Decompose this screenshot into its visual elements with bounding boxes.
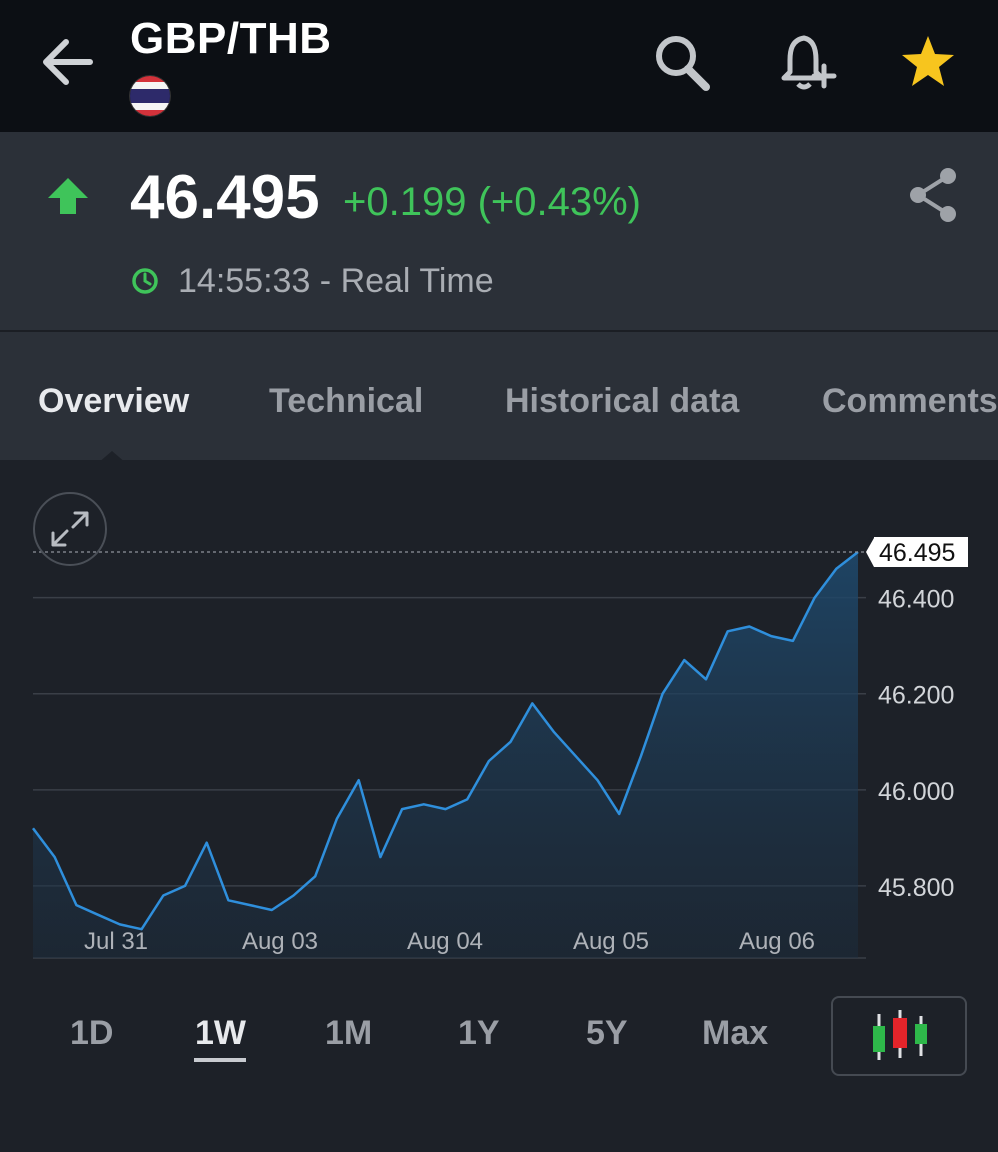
tab-bar: Overview Technical Historical data Comme… xyxy=(0,332,998,460)
back-arrow-icon[interactable] xyxy=(38,34,98,90)
tab-comments[interactable]: Comments xyxy=(822,382,998,421)
last-price: 46.495 xyxy=(130,163,320,232)
x-tick-label: Aug 03 xyxy=(242,928,318,955)
tab-historical-data[interactable]: Historical data xyxy=(505,382,739,421)
thai-flag-icon xyxy=(130,76,170,116)
price-change: +0.199 (+0.43%) xyxy=(343,180,641,224)
search-icon[interactable] xyxy=(652,30,712,94)
range-1d[interactable]: 1D xyxy=(70,1014,113,1053)
x-tick-label: Aug 06 xyxy=(739,928,815,955)
range-1m[interactable]: 1M xyxy=(325,1014,372,1053)
range-selected-underline xyxy=(194,1058,246,1062)
x-tick-label: Aug 04 xyxy=(407,928,483,955)
price-chart[interactable]: 46.400 46.200 46.000 45.800 46.495 Jul 31 Aug … xyxy=(0,460,998,980)
range-max[interactable]: Max xyxy=(702,1014,768,1053)
expand-icon[interactable] xyxy=(33,492,107,566)
tab-technical[interactable]: Technical xyxy=(269,382,423,421)
y-tick-label: 46.200 xyxy=(878,682,954,710)
range-5y[interactable]: 5Y xyxy=(586,1014,628,1053)
pair-title: GBP/THB xyxy=(130,14,332,63)
candlestick-icon xyxy=(873,1010,927,1060)
x-tick-label: Jul 31 xyxy=(84,928,148,955)
clock-icon xyxy=(130,266,160,296)
chart-type-button[interactable] xyxy=(831,996,967,1076)
range-1y[interactable]: 1Y xyxy=(458,1014,500,1053)
quote-time: 14:55:33 - Real Time xyxy=(178,262,494,300)
y-tick-label: 45.800 xyxy=(878,874,954,902)
area-fill xyxy=(33,552,858,958)
up-arrow-icon xyxy=(46,176,90,216)
y-tick-label: 46.400 xyxy=(878,586,954,614)
share-icon[interactable] xyxy=(906,166,960,224)
last-price-badge-label: 46.495 xyxy=(879,539,955,567)
star-icon[interactable] xyxy=(898,30,958,94)
range-1w[interactable]: 1W xyxy=(195,1014,246,1053)
add-alert-icon[interactable] xyxy=(778,30,838,94)
tab-overview[interactable]: Overview xyxy=(38,382,189,421)
y-tick-label: 46.000 xyxy=(878,778,954,806)
top-app-bar: GBP/THB xyxy=(0,0,998,132)
x-tick-label: Aug 05 xyxy=(573,928,649,955)
